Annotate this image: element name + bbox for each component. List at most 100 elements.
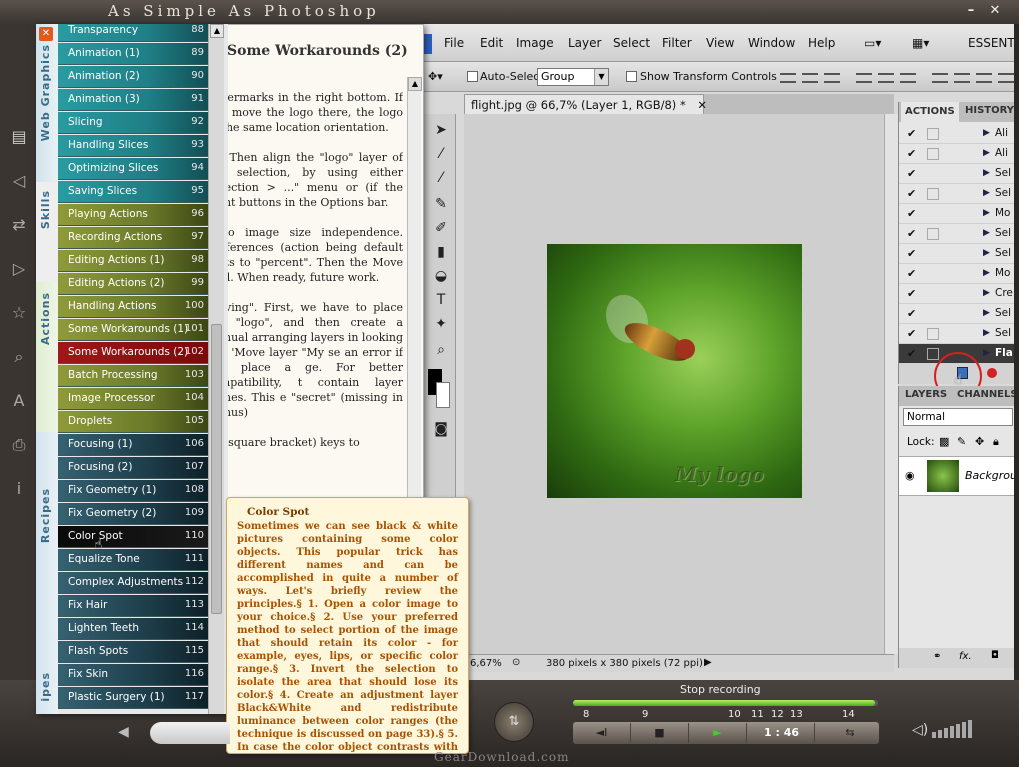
scroll-up-icon[interactable]: ▲ (408, 77, 422, 91)
chapter-item[interactable]: Recording Actions 97 (58, 227, 208, 249)
transform-controls-checkbox[interactable] (626, 71, 637, 82)
chapter-item[interactable]: Transparency 88 (58, 24, 208, 42)
chapter-item[interactable]: Fix Hair 113 (58, 595, 208, 617)
chapter-item[interactable]: Some Workarounds (2) 102 (58, 342, 208, 364)
menu-view[interactable]: View (706, 36, 734, 50)
eye-icon[interactable]: ◉ (905, 469, 915, 482)
rewind-button[interactable]: ◄I (573, 723, 631, 743)
action-row[interactable]: ✔ ▶ Sel (899, 184, 1014, 204)
action-toggle-checkbox[interactable]: ✔ (907, 128, 919, 140)
gradient-tool-icon[interactable]: ▮ (430, 242, 452, 262)
menu-window[interactable]: Window (748, 36, 795, 50)
action-toggle-checkbox[interactable]: ✔ (907, 348, 919, 360)
loop-button[interactable]: ⇆ (821, 723, 879, 743)
close-tab-icon[interactable]: ✕ (697, 98, 707, 112)
mask-icon[interactable]: ◘ (991, 650, 999, 661)
menu-scrollbar[interactable]: ▲ (208, 24, 224, 714)
arrange-icon[interactable]: ▦▾ (912, 36, 929, 50)
expand-triangle-icon[interactable]: ▶ (983, 348, 990, 358)
quick-select-tool-icon[interactable]: ⁄ (430, 144, 452, 164)
tab-actions[interactable]: ACTIONS (901, 102, 959, 122)
scroll-up-icon[interactable]: ▲ (210, 24, 224, 38)
action-toggle-checkbox[interactable]: ✔ (907, 288, 919, 300)
chapter-item[interactable]: Animation (1) 89 (58, 43, 208, 65)
document-canvas[interactable]: My logo (464, 114, 884, 654)
lock-position-icon[interactable]: ✥ (975, 435, 984, 448)
category-actions[interactable]: Actions (36, 282, 58, 432)
category-web-graphics[interactable]: Web Graphics (36, 24, 58, 182)
action-toggle-checkbox[interactable]: ✔ (907, 248, 919, 260)
chapter-item[interactable]: Batch Processing 103 (58, 365, 208, 387)
star-icon[interactable]: ☆ (8, 302, 30, 324)
action-row[interactable]: ✔ ▶ Mo (899, 264, 1014, 284)
search-icon[interactable]: ⌕ (8, 346, 30, 368)
dialog-toggle-box[interactable] (927, 228, 939, 240)
lock-transparency-icon[interactable]: ▩ (939, 435, 949, 448)
action-row[interactable]: ✔ ▶ Sel (899, 324, 1014, 344)
chapter-item[interactable]: Optimizing Slices 94 (58, 158, 208, 180)
category-recipes[interactable]: Recipes (36, 432, 58, 672)
align-left-icon[interactable] (856, 73, 872, 83)
document-tab[interactable]: flight.jpg @ 66,7% (Layer 1, RGB/8) * ✕ (464, 94, 707, 114)
chapter-item[interactable]: Plastic Surgery (1) 117 (58, 687, 208, 709)
menu-file[interactable]: File (444, 36, 464, 50)
menu-edit[interactable]: Edit (480, 36, 503, 50)
back-icon[interactable]: ◁ (8, 170, 30, 192)
action-row[interactable]: ✔ ▶ Sel (899, 244, 1014, 264)
type-tool-icon[interactable]: T (430, 290, 452, 310)
chapter-item[interactable]: Focusing (1) 106 (58, 434, 208, 456)
stop-button[interactable]: ■ (631, 723, 689, 743)
background-color-swatch[interactable] (436, 382, 450, 408)
action-row[interactable]: ✔ ▶ Sel (899, 164, 1014, 184)
expand-triangle-icon[interactable]: ▶ (983, 148, 990, 158)
eyedropper-tool-icon[interactable]: ⁄ (430, 168, 452, 188)
chapter-item[interactable]: Color Spot 110 (58, 526, 208, 548)
flight-photo[interactable]: My logo (547, 244, 802, 498)
close-menu-button[interactable]: ✕ (39, 27, 53, 41)
page-slider[interactable] (150, 722, 230, 744)
layer-name[interactable]: Backgrou (965, 469, 1014, 482)
chapter-item[interactable]: Fix Geometry (1) 108 (58, 480, 208, 502)
dialog-toggle-box[interactable] (927, 148, 939, 160)
expand-triangle-icon[interactable]: ▶ (983, 128, 990, 138)
chapter-item[interactable]: Playing Actions 96 (58, 204, 208, 226)
dialog-toggle-box[interactable] (927, 168, 939, 180)
tab-channels[interactable]: CHANNELS (957, 389, 1014, 400)
status-menu-icon[interactable]: ⊙ (512, 657, 520, 668)
action-toggle-checkbox[interactable]: ✔ (907, 208, 919, 220)
play-button[interactable]: ► (689, 723, 747, 743)
menu-filter[interactable]: Filter (662, 36, 692, 50)
book-icon[interactable]: ▤ (8, 126, 30, 148)
auto-select-dropdown[interactable]: Group ▼ (537, 68, 609, 86)
align-top-icon[interactable] (780, 73, 796, 83)
action-toggle-checkbox[interactable]: ✔ (907, 148, 919, 160)
align-center-icon[interactable] (878, 73, 894, 83)
chapter-item[interactable]: Some Workarounds (1) 101 (58, 319, 208, 341)
action-toggle-checkbox[interactable]: ✔ (907, 188, 919, 200)
blend-mode-dropdown[interactable]: Normal (903, 408, 1013, 426)
chapter-item[interactable]: Focusing (2) 107 (58, 457, 208, 479)
status-arrow-icon[interactable]: ▶ (704, 657, 712, 668)
link-icon[interactable]: ⚭ (933, 651, 941, 662)
chapter-item[interactable]: Droplets 105 (58, 411, 208, 433)
chapter-item[interactable]: Equalize Tone 111 (58, 549, 208, 571)
category-recipes-2[interactable]: ipes (36, 672, 58, 714)
chapter-item[interactable]: Fix Skin 116 (58, 664, 208, 686)
chapter-item[interactable]: Editing Actions (2) 99 (58, 273, 208, 295)
zoom-level[interactable]: 6,67% (470, 658, 502, 669)
dialog-toggle-box[interactable] (927, 328, 939, 340)
distribute-left-icon[interactable] (998, 73, 1014, 83)
action-toggle-checkbox[interactable]: ✔ (907, 268, 919, 280)
quick-mask-icon[interactable]: ◙ (430, 419, 452, 439)
dialog-toggle-box[interactable] (927, 208, 939, 220)
workspace-label[interactable]: ESSENT (968, 36, 1014, 50)
move-tool-icon[interactable]: ✥▾ (428, 70, 443, 83)
minimize-button[interactable]: – (962, 3, 980, 18)
dialog-toggle-box[interactable] (927, 348, 939, 360)
layer-row[interactable]: ◉ Backgrou (899, 456, 1014, 496)
chapter-item[interactable]: Fix Geometry (2) 109 (58, 503, 208, 525)
chapter-item[interactable]: Complex Adjustments 112 (58, 572, 208, 594)
action-toggle-checkbox[interactable]: ✔ (907, 308, 919, 320)
action-toggle-checkbox[interactable]: ✔ (907, 328, 919, 340)
screen-mode-icon[interactable]: ▭▾ (864, 36, 881, 50)
